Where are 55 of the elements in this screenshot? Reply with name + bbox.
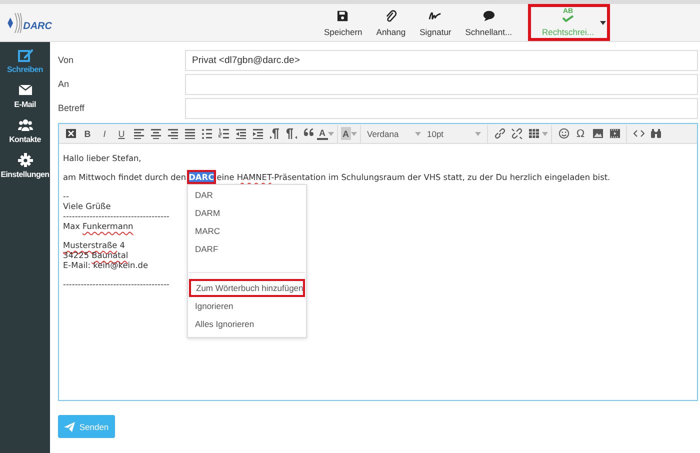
caret-icon [475,132,481,136]
users-icon [18,118,32,132]
input-field[interactable] [185,74,698,94]
toolbar-button[interactable]: Speichern [320,4,366,41]
background-color-button[interactable]: A [340,127,351,140]
field-label: An [58,79,70,89]
menu-item[interactable]: Ignorieren [189,297,305,315]
logo-text: DARC [23,21,52,32]
bold-button[interactable]: B [79,124,96,142]
menu-item[interactable]: Zum Wörterbuch hinzufügen [189,279,305,297]
sidebar-item[interactable]: Einstellungen [0,151,50,181]
sidebar-item[interactable]: Schreiben [0,46,50,76]
text-line: ------------------------------------ [63,211,170,221]
caret-icon [542,132,548,136]
toolbar-button[interactable]: Schnellant... [461,4,516,41]
font-select[interactable]: Verdana [364,128,424,138]
speech-bubble-icon [482,10,496,22]
text-line: E-Mail: kein@kein.de [63,260,148,270]
field-label: Von [58,55,75,65]
sidebar-item[interactable]: E-Mail [0,81,50,111]
paperclip-icon [384,10,398,22]
menu-item[interactable]: MARC [189,222,305,240]
menu-item[interactable]: DARM [189,204,305,222]
text-color-button[interactable]: A [317,127,328,140]
text-line: -- [63,191,69,201]
special-character-button[interactable]: Ω [572,124,589,142]
text-line: 34225 Baunatal [63,250,128,260]
caret-icon [328,132,334,136]
text-line: Viele Grüße [63,201,111,211]
caret-icon [600,21,606,25]
toolbar-button[interactable]: Signatur [416,4,456,41]
field-label: Betreff [58,103,86,113]
text-line: ------------------------------------ [63,279,170,289]
menu-item[interactable]: DARF [189,240,305,258]
compose-icon [18,48,32,62]
caret-icon [351,132,357,136]
input-field[interactable] [185,98,698,118]
text-line: Hallo lieber Stefan, [63,153,142,163]
check-icon [562,15,574,22]
italic-button[interactable]: I [96,124,113,142]
input-field[interactable]: Privat <dl7gbn@darc.de> [185,50,698,70]
menu-item[interactable]: Alles Ignorieren [189,315,305,333]
font-size-select[interactable]: 10pt [424,128,484,138]
text-line: am Mittwoch findet durch den DARC eine HAMNET-Präsentation im Schulungsraum der VHS statt, zu der Du herzlich eingeladen bist. [63,172,610,182]
text-line: Max Funkermann [63,221,134,231]
gear-icon [18,153,32,167]
underline-button[interactable]: U [113,124,130,142]
paper-plane-icon [64,422,76,432]
toolbar-button[interactable]: Anhang [372,4,410,41]
text-line: Musterstraße 4 [63,240,125,250]
sidebar-item[interactable]: Kontakte [0,116,50,146]
envelope-icon [18,83,32,97]
menu-item[interactable]: DAR [189,186,305,204]
signature-icon [428,10,442,22]
caret-icon [415,132,421,136]
